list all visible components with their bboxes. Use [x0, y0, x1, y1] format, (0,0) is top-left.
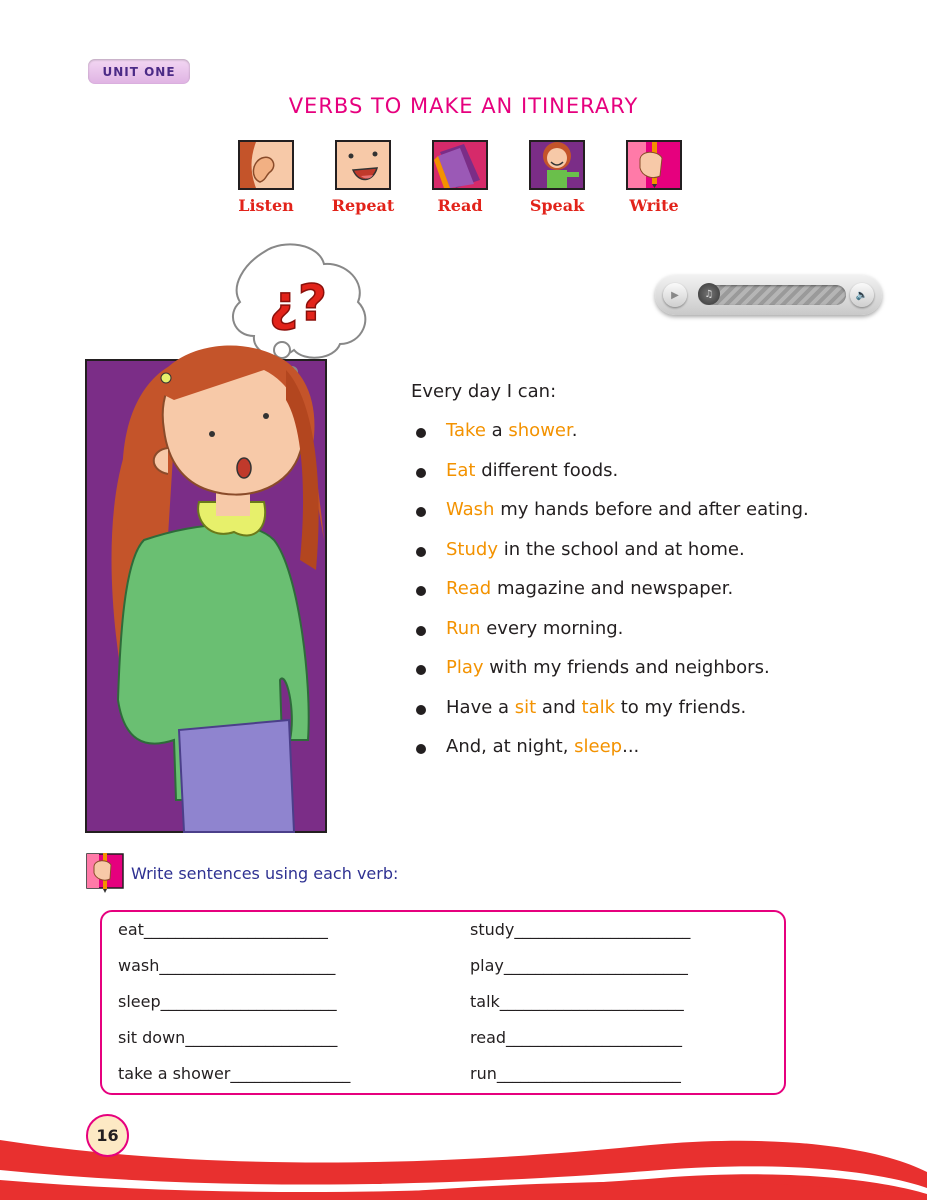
- pencil-hand-icon: [626, 140, 682, 190]
- highlighted-verb: sit: [514, 696, 537, 718]
- highlighted-verb: Eat: [446, 459, 476, 481]
- verb-sentence: Wash my hands before and after eating.: [446, 499, 809, 520]
- highlighted-verb: Run: [446, 617, 481, 639]
- sentence-text: in the school and at home.: [497, 538, 745, 560]
- sentence-text: to my friends.: [615, 696, 747, 718]
- girl-illustration: ¿?: [85, 243, 367, 833]
- bullet-dot: [416, 467, 426, 478]
- highlighted-verb: Play: [446, 657, 484, 678]
- highlighted-verb: Read: [446, 578, 492, 599]
- sentence-text: ...: [622, 736, 640, 757]
- sentence-text: different foods.: [475, 459, 619, 481]
- bullet-dot: [416, 665, 426, 675]
- exercise-line[interactable]: eat_______________________: [118, 920, 328, 939]
- sentence-text: with my friends and neighbors.: [483, 657, 770, 678]
- verb-list-item: And, at night, sleep...: [416, 736, 809, 776]
- highlighted-verb: sleep: [574, 736, 623, 757]
- highlighted-verb: Wash: [446, 499, 495, 520]
- exercise-line[interactable]: sleep______________________: [118, 992, 337, 1011]
- skill-label: Speak: [529, 196, 585, 215]
- verb-sentence: Study in the school and at home.: [446, 539, 745, 560]
- verb-list-item: Study in the school and at home.: [416, 539, 809, 579]
- verb-list-item: Play with my friends and neighbors.: [416, 657, 809, 697]
- skill-label: Read: [437, 196, 483, 215]
- bullet-dot: [416, 586, 426, 596]
- page-title: VERBS TO MAKE AN ITINERARY: [288, 94, 639, 118]
- verb-list-item: Run every morning.: [416, 618, 809, 658]
- sentence-text: every morning.: [480, 617, 624, 639]
- speaking-girl-icon: [529, 140, 585, 190]
- speaker-icon: 🔈: [855, 289, 869, 301]
- sentence-text: and: [536, 696, 582, 718]
- skill-repeat[interactable]: Repeat: [331, 140, 395, 215]
- page-number: 16: [86, 1114, 129, 1157]
- skill-label: Write: [629, 196, 679, 215]
- exercise-box: eat_______________________ wash_________…: [100, 910, 786, 1095]
- verb-sentence: Have a sit and talk to my friends.: [446, 697, 746, 718]
- bullet-dot: [416, 428, 426, 438]
- skill-read[interactable]: Read: [430, 140, 490, 215]
- skill-speak[interactable]: Speak: [527, 140, 587, 215]
- exercise-line[interactable]: sit down___________________: [118, 1028, 337, 1047]
- skill-write[interactable]: Write: [624, 140, 684, 215]
- sentence-text: Have a: [446, 696, 515, 718]
- verb-list-item: Have a sit and talk to my friends.: [416, 697, 809, 737]
- exercise-line[interactable]: play_______________________: [470, 956, 688, 975]
- highlighted-verb: talk: [581, 696, 616, 718]
- sentence-text: .: [571, 420, 578, 441]
- exercise-line[interactable]: wash______________________: [118, 956, 335, 975]
- bullet-dot: [416, 704, 426, 715]
- skill-label: Repeat: [331, 196, 395, 215]
- verb-sentence: Eat different foods.: [446, 460, 618, 481]
- highlighted-verb: shower: [508, 420, 572, 441]
- verb-list: Take a shower. Eat different foods. Wash m…: [416, 420, 809, 776]
- sentence-text: my hands before and after eating.: [494, 499, 809, 520]
- verb-list-item: Read magazine and newspaper.: [416, 578, 809, 618]
- exercise-line[interactable]: study______________________: [470, 920, 690, 939]
- bullet-dot: [416, 744, 426, 754]
- progress-track[interactable]: [698, 285, 846, 305]
- write-icon: [86, 853, 124, 893]
- volume-button[interactable]: 🔈: [850, 283, 874, 307]
- exercise-line[interactable]: read______________________: [470, 1028, 682, 1047]
- bullet-dot: [416, 546, 426, 557]
- verb-list-item: Wash my hands before and after eating.: [416, 499, 809, 539]
- bullet-dot: [416, 507, 426, 517]
- exercise-line[interactable]: take a shower_______________: [118, 1064, 350, 1083]
- bullet-dot: [416, 625, 426, 636]
- intro-text: Every day I can:: [411, 381, 557, 402]
- exercise-line[interactable]: run_______________________: [470, 1064, 681, 1083]
- exercise-instruction: Write sentences using each verb:: [131, 864, 399, 883]
- highlighted-verb: Study: [446, 538, 498, 560]
- verb-sentence: Run every morning.: [446, 618, 623, 639]
- unit-badge: UNIT ONE: [88, 59, 190, 84]
- verb-sentence: And, at night, sleep...: [446, 736, 639, 757]
- audio-player[interactable]: ▶ ♫ 🔈: [655, 275, 882, 315]
- verb-sentence: Play with my friends and neighbors.: [446, 657, 770, 678]
- book-icon: [432, 140, 488, 190]
- sentence-text: a: [485, 420, 509, 441]
- music-note-icon: ♫: [704, 288, 714, 300]
- skill-listen[interactable]: Listen: [236, 140, 296, 215]
- sentence-text: magazine and newspaper.: [491, 578, 734, 599]
- play-icon: ▶: [671, 289, 679, 301]
- question-marks: ¿?: [269, 274, 327, 332]
- sentence-text: And, at night,: [446, 736, 575, 757]
- verb-list-item: Eat different foods.: [416, 460, 809, 500]
- verb-list-item: Take a shower.: [416, 420, 809, 460]
- skill-icons-row: Listen Repeat Read Speak Write: [236, 140, 684, 215]
- skill-label: Listen: [238, 196, 294, 215]
- exercise-line[interactable]: talk_______________________: [470, 992, 684, 1011]
- ear-icon: [238, 140, 294, 190]
- footer-wave: [0, 1120, 927, 1200]
- highlighted-verb: Take: [446, 420, 486, 441]
- talking-face-icon: [335, 140, 391, 190]
- play-button[interactable]: ▶: [663, 283, 687, 307]
- verb-sentence: Take a shower.: [446, 420, 577, 441]
- verb-sentence: Read magazine and newspaper.: [446, 578, 733, 599]
- progress-knob[interactable]: ♫: [698, 283, 720, 305]
